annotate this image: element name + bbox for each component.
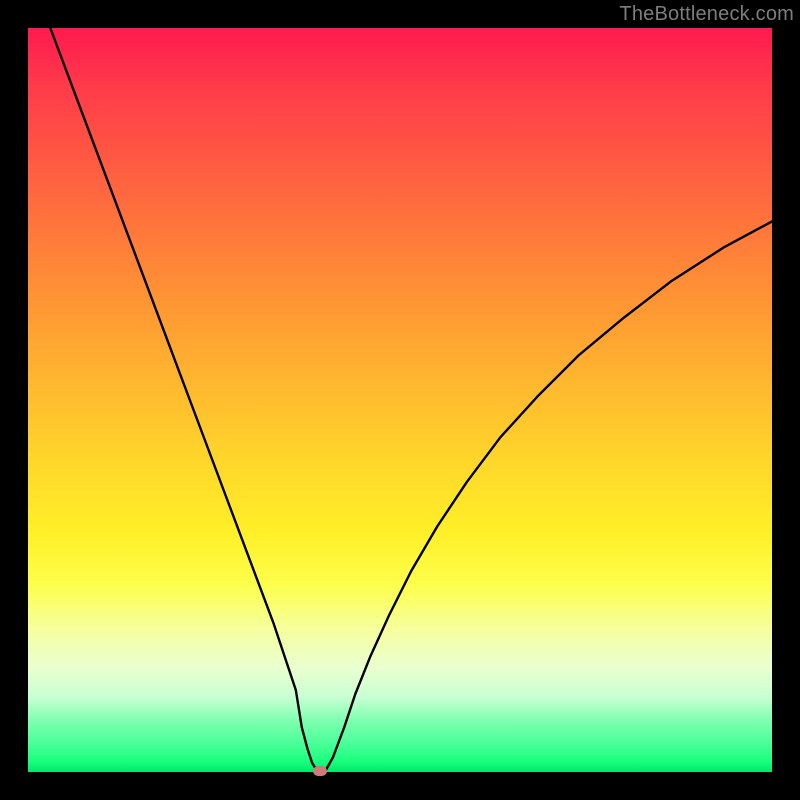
optimum-marker-icon [313, 766, 327, 776]
watermark-text: TheBottleneck.com [619, 3, 794, 26]
plot-area [28, 28, 772, 772]
bottleneck-curve [28, 28, 772, 772]
chart-stage: TheBottleneck.com [0, 0, 800, 800]
